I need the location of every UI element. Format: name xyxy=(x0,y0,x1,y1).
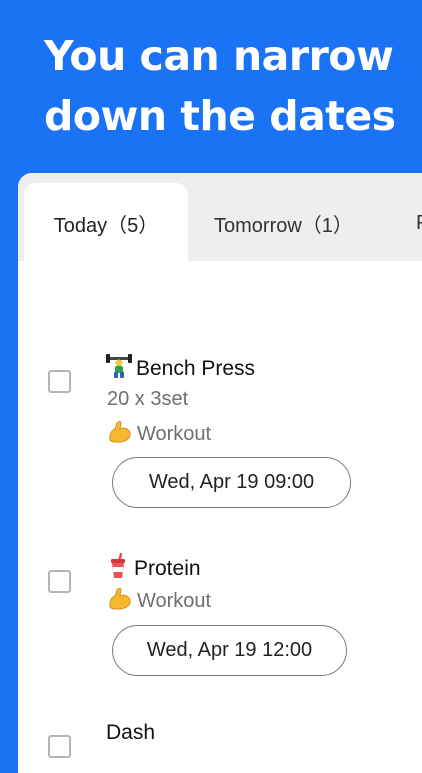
cup-with-straw-icon xyxy=(106,552,130,584)
headline: You can narrow down the dates xyxy=(44,26,414,146)
task-category-text: Workout xyxy=(137,423,212,445)
weightlifting-icon xyxy=(106,353,132,384)
headline-line-2: down the dates xyxy=(44,92,396,140)
flexed-biceps-icon xyxy=(107,420,133,449)
task-category: Workout xyxy=(107,587,211,616)
task-date-text: Wed, Apr 19 12:00 xyxy=(146,639,313,661)
task-title-text: Dash xyxy=(106,721,156,744)
task-title[interactable]: Bench Press xyxy=(106,353,255,384)
task-date-button[interactable]: Wed, Apr 19 09:00 xyxy=(112,457,351,508)
tab-tomorrow[interactable]: Tomorrow（1） xyxy=(214,183,353,263)
date-tab-bar: Today（5） Tomorrow（1） P xyxy=(18,173,422,263)
task-category: Workout xyxy=(107,420,211,449)
task-checkbox[interactable] xyxy=(48,370,71,393)
task-title-text: Bench Press xyxy=(136,356,256,380)
tab-tomorrow-label: Tomorrow（1） xyxy=(214,214,353,237)
task-detail: 20 x 3set xyxy=(107,388,189,410)
task-title[interactable]: Protein xyxy=(106,552,201,584)
app-screen: Today（5） Tomorrow（1） P Bench xyxy=(18,173,422,773)
flexed-biceps-icon xyxy=(107,587,133,616)
task-date-text: Wed, Apr 19 09:00 xyxy=(148,471,315,493)
tab-next-label: P xyxy=(416,212,422,235)
task-title-text: Protein xyxy=(134,556,201,580)
task-checkbox[interactable] xyxy=(48,570,71,593)
tab-today-label: Today（5） xyxy=(53,214,159,237)
task-date-button[interactable]: Wed, Apr 19 12:00 xyxy=(112,625,347,676)
task-checkbox[interactable] xyxy=(48,735,71,758)
task-category-text: Workout xyxy=(137,590,212,612)
tab-next[interactable]: P xyxy=(416,183,422,263)
task-title[interactable]: Dash xyxy=(106,721,155,745)
tab-today[interactable]: Today（5） xyxy=(24,183,188,263)
headline-line-1: You can narrow xyxy=(44,32,394,80)
